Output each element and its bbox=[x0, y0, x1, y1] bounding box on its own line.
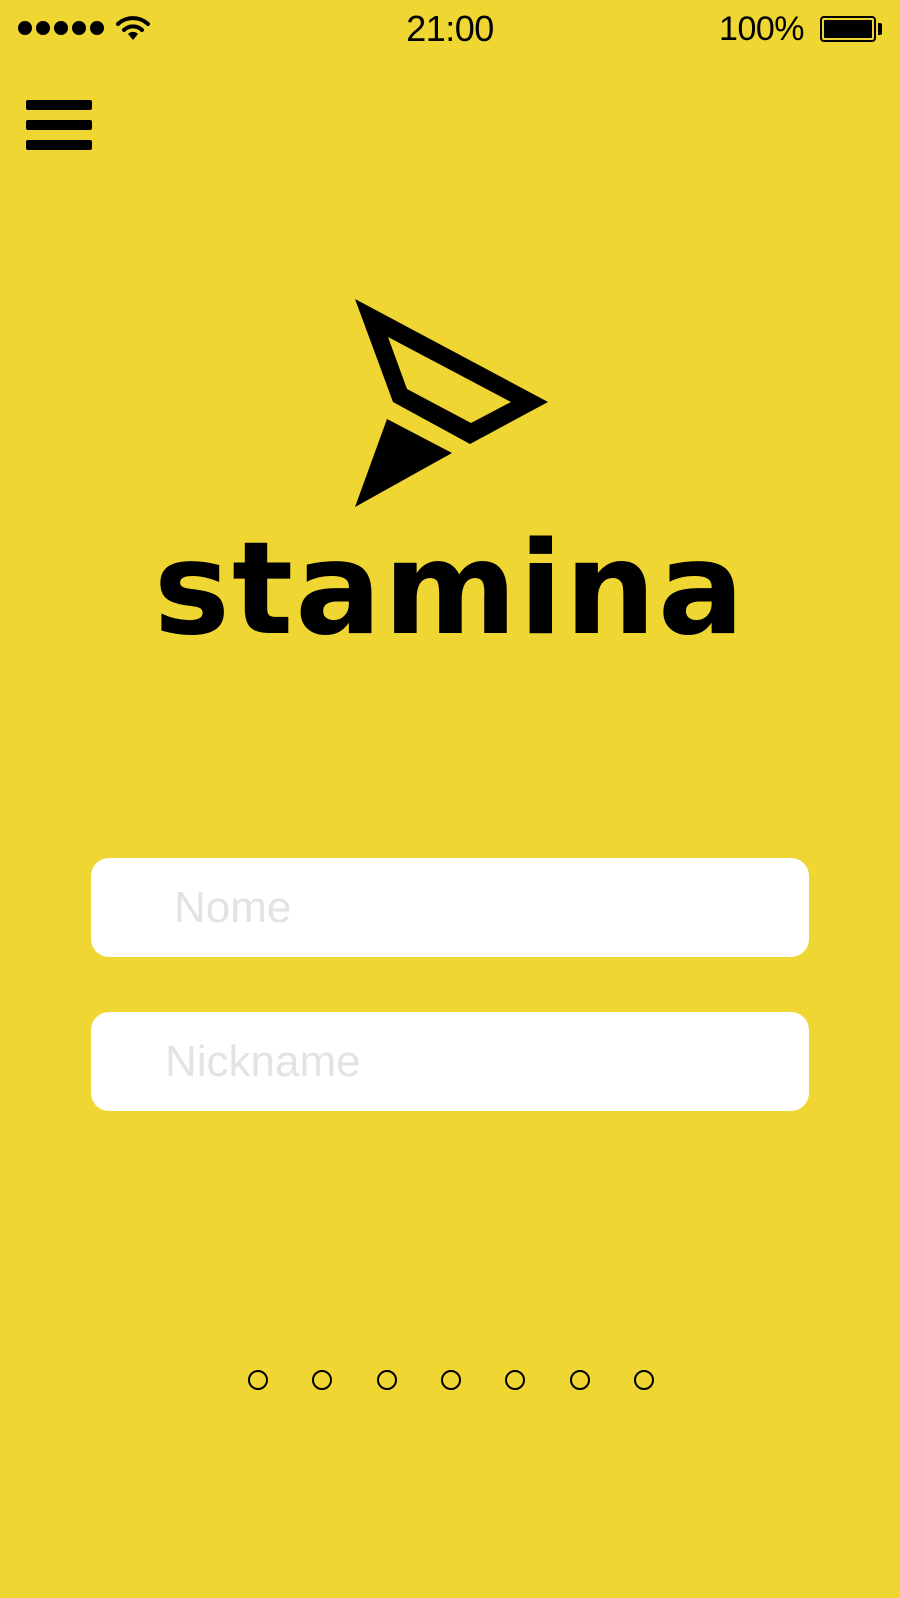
menu-bar bbox=[26, 140, 92, 150]
name-input[interactable] bbox=[91, 858, 809, 957]
nickname-field[interactable] bbox=[91, 1012, 809, 1111]
page-dot[interactable] bbox=[569, 1370, 590, 1390]
status-bar: 21:00 100% bbox=[0, 0, 900, 58]
paper-plane-arrow-logo bbox=[355, 299, 548, 507]
name-field[interactable] bbox=[91, 858, 809, 957]
nickname-input[interactable] bbox=[91, 1012, 809, 1111]
hamburger-menu-icon[interactable] bbox=[24, 98, 94, 158]
page-dot[interactable] bbox=[505, 1370, 526, 1390]
battery-level-fill bbox=[824, 20, 872, 38]
menu-bar bbox=[26, 100, 92, 110]
page-dot[interactable] bbox=[248, 1370, 268, 1390]
app-wordmark: stamina bbox=[153, 515, 747, 664]
page-indicator bbox=[248, 1370, 654, 1394]
onboarding-screen: 21:00 100% stamina bbox=[0, 0, 900, 1598]
page-dot[interactable] bbox=[633, 1370, 654, 1390]
page-dot[interactable] bbox=[376, 1370, 397, 1390]
battery-terminal bbox=[878, 23, 882, 35]
menu-bar bbox=[26, 120, 92, 130]
battery-percent: 100% bbox=[719, 10, 804, 48]
battery-icon bbox=[820, 16, 876, 42]
page-dot[interactable] bbox=[440, 1370, 461, 1390]
page-dot[interactable] bbox=[312, 1370, 333, 1390]
